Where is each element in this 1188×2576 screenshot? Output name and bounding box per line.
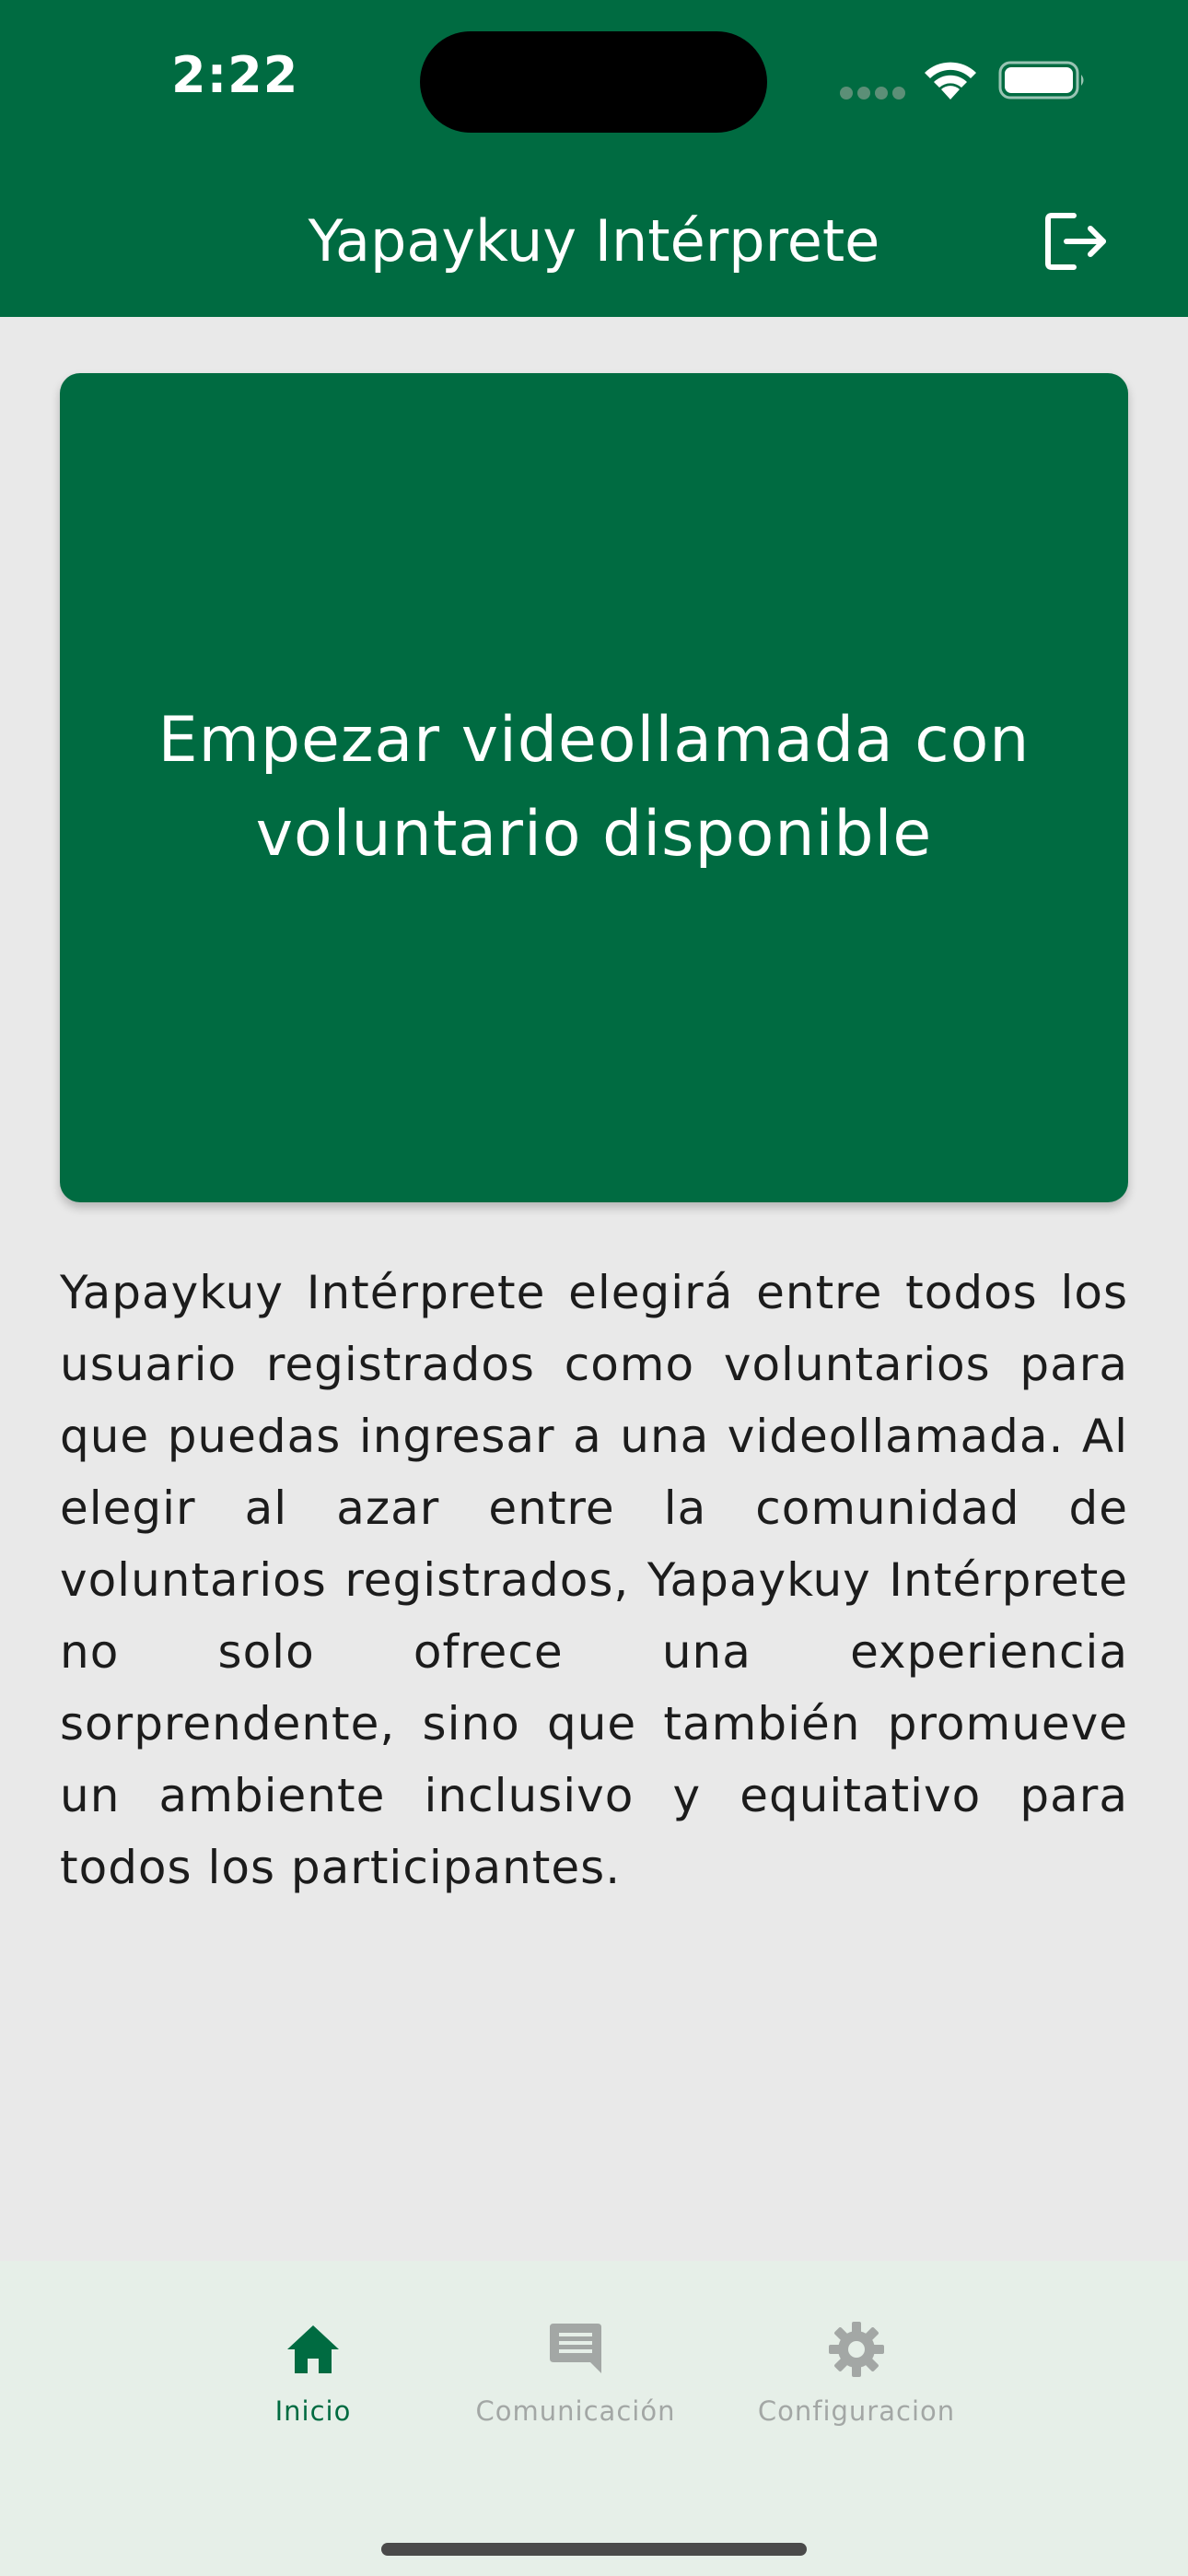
wifi-icon bbox=[925, 62, 976, 100]
gear-icon bbox=[829, 2322, 884, 2377]
nav-label-inicio: Inicio bbox=[274, 2395, 352, 2427]
nav-label-comunicacion: Comunicación bbox=[475, 2395, 676, 2427]
start-videocall-button[interactable]: Empezar videollamada con voluntario disp… bbox=[60, 373, 1128, 1202]
status-time: 2:22 bbox=[171, 46, 299, 104]
nav-item-comunicacion[interactable]: Comunicación bbox=[456, 2320, 695, 2440]
page-title: Yapaykuy Intérprete bbox=[308, 207, 880, 275]
description-text: Yapaykuy Intérprete elegirá entre todos … bbox=[60, 1266, 1128, 1894]
bottom-navigation: Inicio Comunicación Configuracion bbox=[0, 2261, 1188, 2576]
home-icon bbox=[287, 2325, 339, 2373]
start-videocall-label: Empezar videollamada con voluntario disp… bbox=[157, 704, 1031, 871]
logout-icon[interactable] bbox=[1041, 208, 1114, 275]
cellular-signal-icon bbox=[840, 87, 906, 100]
nav-label-configuracion: Configuracion bbox=[757, 2395, 956, 2427]
dynamic-island bbox=[420, 31, 767, 133]
app-bar: 2:22 Yapaykuy Intérprete bbox=[0, 0, 1188, 317]
nav-item-configuracion[interactable]: Configuracion bbox=[737, 2320, 976, 2440]
nav-item-inicio[interactable]: Inicio bbox=[193, 2320, 433, 2440]
battery-icon bbox=[998, 61, 1084, 100]
home-indicator[interactable] bbox=[381, 2543, 807, 2556]
chat-icon bbox=[550, 2324, 601, 2373]
